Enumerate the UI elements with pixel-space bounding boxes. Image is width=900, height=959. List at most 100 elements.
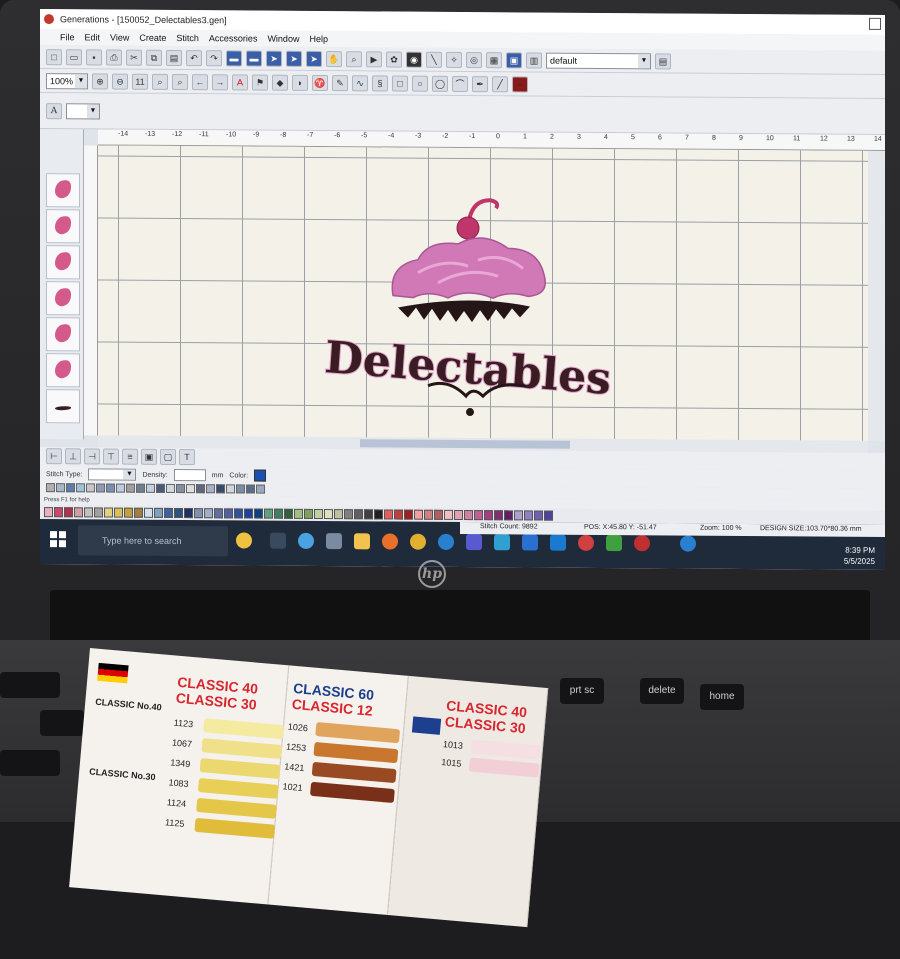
thread-swatch[interactable] — [64, 507, 73, 518]
palette-swatch[interactable] — [76, 483, 85, 493]
node-arrow-icon[interactable]: ➤ — [286, 50, 302, 67]
forward-arrow-icon[interactable]: → — [212, 73, 228, 90]
zoom-out-icon[interactable]: ⊖ — [112, 73, 128, 90]
thread-swatch[interactable] — [484, 510, 493, 521]
chevron-down-icon[interactable]: ▼ — [75, 73, 87, 88]
thread-swatch[interactable] — [344, 509, 353, 520]
thread-swatch[interactable] — [74, 507, 83, 518]
thread-swatch[interactable] — [244, 508, 253, 519]
text-icon[interactable]: T — [179, 449, 195, 466]
thread-swatch[interactable] — [434, 509, 443, 520]
style-select[interactable]: default ▼ — [546, 52, 651, 69]
file-explorer-icon[interactable] — [354, 533, 370, 550]
palette-swatch[interactable] — [196, 484, 205, 494]
design-canvas[interactable]: Delectables — [98, 145, 868, 441]
zoom-select-icon[interactable]: ⌕ — [346, 50, 362, 67]
palette-swatch[interactable] — [136, 483, 145, 493]
palette-swatch[interactable] — [106, 483, 115, 493]
layers-icon[interactable]: ▣ — [506, 51, 522, 68]
column-tool-icon[interactable]: ◗ — [292, 74, 308, 91]
thread-swatch[interactable] — [254, 508, 263, 519]
thread-swatch[interactable] — [354, 509, 363, 520]
generations-app-icon[interactable] — [634, 535, 650, 552]
motif-icon[interactable]: § — [372, 74, 388, 91]
thread-swatch[interactable] — [534, 510, 543, 521]
rectangle-icon[interactable]: □ — [392, 75, 408, 92]
thread-swatch[interactable] — [304, 508, 313, 519]
cut-icon[interactable]: ✂ — [126, 49, 142, 66]
copy-icon[interactable]: ⧉ — [146, 49, 162, 66]
view-3d-icon[interactable]: ◉ — [406, 51, 422, 68]
thread-swatch[interactable] — [84, 507, 93, 518]
thread-swatch[interactable] — [94, 507, 103, 518]
app-icon[interactable] — [466, 534, 482, 551]
restore-icon[interactable] — [869, 17, 881, 30]
paste-icon[interactable]: ▤ — [166, 49, 182, 66]
palette-swatch[interactable] — [186, 484, 195, 494]
thread-swatch[interactable] — [404, 509, 413, 520]
redo-icon[interactable]: ↷ — [206, 49, 222, 66]
palette-swatch[interactable] — [46, 483, 55, 493]
object-thumb[interactable] — [46, 245, 80, 280]
object-thumb[interactable] — [46, 389, 80, 424]
thread-swatch[interactable] — [504, 510, 513, 521]
thread-swatch[interactable] — [514, 510, 523, 521]
thread-swatch[interactable] — [334, 509, 343, 520]
undo-icon[interactable]: ↶ — [186, 49, 202, 66]
hand-icon[interactable]: ✋ — [326, 50, 342, 67]
thread-swatch[interactable] — [174, 507, 183, 519]
chevron-down-icon[interactable]: ▼ — [123, 469, 136, 480]
fill-tool-icon[interactable]: ◆ — [272, 74, 288, 91]
applique-icon[interactable]: ✎ — [332, 74, 348, 91]
print-icon[interactable]: ⎙ — [106, 49, 122, 66]
arc-icon[interactable]: ⌒ — [452, 75, 468, 92]
vertical-scrollbar[interactable] — [868, 150, 885, 441]
thread-swatch[interactable] — [294, 508, 303, 519]
ellipse-icon[interactable]: ◯ — [432, 75, 448, 92]
palette-swatch[interactable] — [116, 483, 125, 493]
needle-icon[interactable]: ╲ — [426, 51, 442, 68]
menu-create[interactable]: Create — [139, 33, 166, 43]
menu-file[interactable]: File — [60, 32, 75, 42]
app-w-icon[interactable] — [578, 534, 594, 551]
palette-swatch[interactable] — [236, 484, 245, 494]
knife-icon[interactable]: ╱ — [492, 75, 508, 92]
copilot-sparkle-icon[interactable] — [236, 532, 252, 549]
thread-swatch[interactable] — [474, 510, 483, 521]
align-right-icon[interactable]: ⊣ — [84, 448, 100, 465]
thread-swatch[interactable] — [234, 508, 243, 519]
palette-swatch[interactable] — [176, 483, 185, 494]
palette-swatch[interactable] — [246, 484, 255, 494]
palette-swatch[interactable] — [206, 484, 215, 494]
task-view-icon[interactable] — [270, 532, 286, 549]
thread-swatch[interactable] — [54, 507, 63, 518]
thread-swatch[interactable] — [194, 508, 203, 519]
windows-start-icon[interactable] — [50, 531, 66, 548]
thread-swatch[interactable] — [544, 510, 553, 521]
sew-icon[interactable]: ✧ — [446, 51, 462, 68]
zoom-1to1-icon[interactable]: 11 — [132, 73, 148, 90]
palette-swatch[interactable] — [96, 483, 105, 493]
image-icon[interactable]: ▪ — [512, 75, 528, 92]
zoom-fit-icon[interactable]: ⌕ — [152, 73, 168, 90]
thread-swatch[interactable] — [444, 509, 453, 520]
thread-swatch[interactable] — [104, 507, 113, 518]
browser-icon[interactable] — [438, 533, 454, 550]
link-icon[interactable] — [494, 534, 510, 551]
thread-swatch[interactable] — [214, 508, 223, 519]
key[interactable] — [0, 672, 60, 698]
menu-help[interactable]: Help — [309, 34, 328, 44]
object-thumb[interactable] — [46, 281, 80, 316]
palette-swatch[interactable] — [56, 483, 65, 493]
thread-swatch[interactable] — [264, 508, 273, 519]
circle-icon[interactable]: ○ — [412, 75, 428, 92]
object-thumb[interactable] — [46, 353, 80, 388]
zoom-select[interactable]: 100% ▼ — [46, 72, 88, 89]
edge-browser-icon[interactable] — [298, 532, 314, 549]
new-file-icon[interactable]: □ — [46, 48, 62, 65]
zoom-all-icon[interactable]: ⌕ — [172, 73, 188, 90]
bobbin-icon[interactable]: ◎ — [466, 51, 482, 68]
thread-swatch[interactable] — [204, 508, 213, 519]
thread-swatch[interactable] — [224, 508, 233, 519]
hoop-icon[interactable]: ▬ — [226, 49, 242, 66]
